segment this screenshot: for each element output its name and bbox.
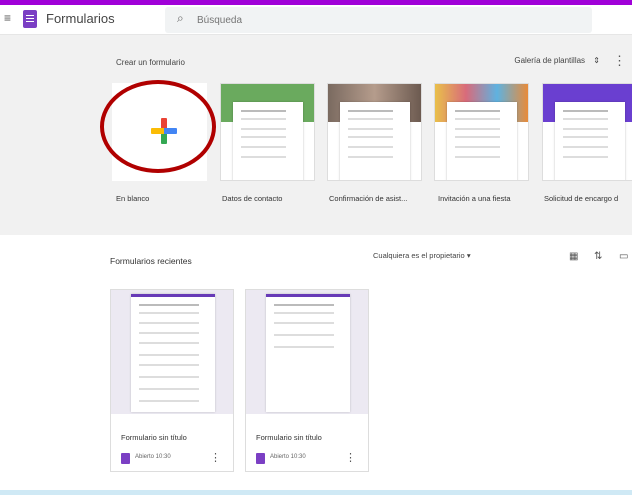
templates-section: Crear un formulario Galería de plantilla…: [0, 35, 632, 235]
form-name: Formulario sin título: [121, 433, 187, 442]
template-label: Confirmación de asist...: [329, 194, 408, 203]
template-gallery-button[interactable]: Galería de plantillas ⇕: [514, 56, 600, 65]
search-input[interactable]: [195, 10, 579, 30]
unfold-icon: ⇕: [593, 56, 600, 65]
template-contact-info[interactable]: [220, 83, 315, 181]
recent-form-card[interactable]: Formulario sin título Abierto 10:30 ⋮: [245, 289, 369, 472]
search-box[interactable]: ⌕: [165, 7, 592, 33]
template-party-invite[interactable]: [434, 83, 529, 181]
form-thumbnail: [246, 290, 368, 414]
template-gallery-label: Galería de plantillas: [514, 56, 586, 65]
template-rsvp[interactable]: [327, 83, 422, 181]
sort-icon[interactable]: ⇅: [594, 251, 602, 262]
template-label: Datos de contacto: [222, 194, 283, 203]
card-more-icon[interactable]: ⋮: [345, 451, 356, 464]
menu-icon[interactable]: ≡: [4, 11, 11, 25]
app-title: Formularios: [46, 11, 115, 26]
owner-filter-label: Cualquiera es el propietario: [373, 251, 465, 260]
template-label: Solicitud de encargo d: [544, 194, 619, 203]
folder-icon[interactable]: ▭: [619, 251, 628, 262]
form-type-icon: [121, 453, 130, 464]
recent-forms-title: Formularios recientes: [110, 256, 192, 266]
search-icon[interactable]: ⌕: [177, 11, 184, 26]
form-opened-time: Abierto 10:30: [270, 454, 306, 460]
bottom-strip: [0, 490, 632, 495]
templates-section-title: Crear un formulario: [116, 58, 185, 67]
form-opened-time: Abierto 10:30: [135, 454, 171, 460]
card-more-icon[interactable]: ⋮: [210, 451, 221, 464]
form-thumbnail: [111, 290, 233, 414]
owner-filter-dropdown[interactable]: Cualquiera es el propietario ▾: [373, 251, 471, 260]
template-order-request[interactable]: [542, 83, 632, 181]
form-name: Formulario sin título: [256, 433, 322, 442]
forms-logo-icon: [23, 10, 37, 28]
template-label: Invitación a una fiesta: [438, 194, 511, 203]
dropdown-arrow-icon: ▾: [466, 251, 471, 260]
recent-form-card[interactable]: Formulario sin título Abierto 10:30 ⋮: [110, 289, 234, 472]
top-bar: ≡ Formularios ⌕: [0, 5, 632, 35]
grid-view-icon[interactable]: ▦: [569, 251, 578, 262]
form-type-icon: [256, 453, 265, 464]
highlight-circle: [100, 80, 216, 173]
more-options-icon[interactable]: ⋮: [613, 53, 626, 69]
template-label: En blanco: [116, 194, 150, 203]
